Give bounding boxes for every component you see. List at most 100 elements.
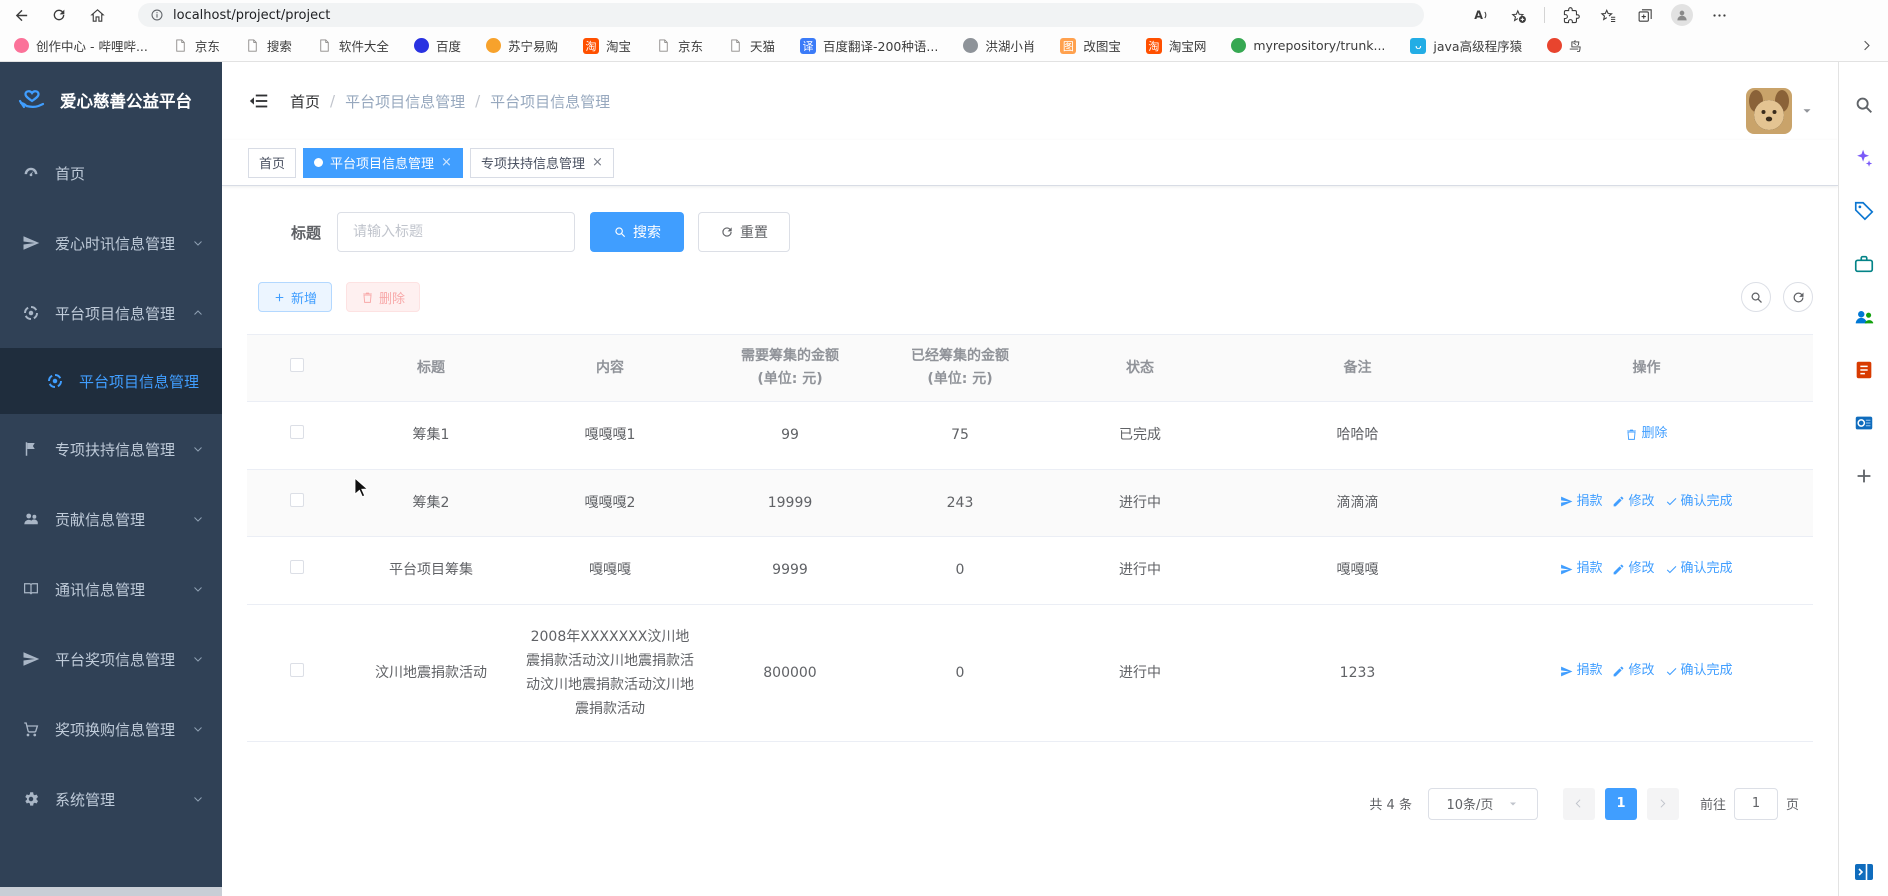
bookmark-item[interactable]: 软件大全 [317,36,389,55]
bookmark-label: 百度翻译-200种语... [823,39,939,54]
cart-icon [22,720,42,738]
tab-首页[interactable]: 首页 [248,147,297,178]
sidebar-item[interactable]: 平台奖项信息管理 [0,624,222,694]
table-refresh-button[interactable] [1783,282,1813,312]
confirm-complete-link[interactable]: 确认完成 [1665,659,1733,683]
user-menu[interactable] [1746,88,1814,134]
bookmark-label: 天猫 [750,39,776,54]
sidebar-item[interactable]: 爱心时讯信息管理 [0,208,222,278]
sidebar-item[interactable]: 系统管理 [0,764,222,834]
people-icon[interactable] [1853,306,1875,328]
site-info-icon[interactable] [150,8,164,22]
add-favorite-icon[interactable] [1507,4,1529,26]
sidebar-subitem[interactable]: 平台项目信息管理 [0,348,222,414]
row-checkbox[interactable] [290,492,304,507]
bookmark-item[interactable]: 洪湖小肖 [963,36,1035,55]
sidebar-item-label: 首页 [55,164,86,183]
close-tab-icon[interactable]: × [592,156,603,169]
back-button[interactable] [8,2,34,28]
tab-平台项目信息管理[interactable]: 平台项目信息管理 × [303,147,463,178]
confirm-complete-link[interactable]: 确认完成 [1665,557,1733,581]
sidebar-item[interactable]: 贡献信息管理 [0,484,222,554]
page-1-button[interactable]: 1 [1604,787,1637,820]
bookmark-item[interactable]: 天猫 [728,36,775,55]
breadcrumb-item[interactable]: 平台项目信息管理 [345,91,465,112]
reader-icon[interactable] [1853,359,1875,381]
donate-link[interactable]: 捐款 [1560,557,1602,581]
search-input[interactable] [337,212,576,252]
confirm-complete-link[interactable]: 确认完成 [1665,490,1733,514]
profile-avatar[interactable] [1671,4,1693,26]
add-icon[interactable] [1853,465,1875,487]
edit-link[interactable]: 修改 [1612,490,1655,514]
address-bar[interactable]: localhost/project/project [138,3,1424,27]
home-button[interactable] [84,2,110,28]
breadcrumb-item[interactable]: 首页 [290,91,320,112]
add-button[interactable]: 新增 [258,282,333,312]
bookmark-item[interactable]: 淘淘宝网 [1145,36,1206,55]
next-page-button[interactable] [1646,787,1679,820]
bookmark-item[interactable]: 百度 [413,36,461,55]
sidebar-item[interactable]: 首页 [0,138,222,208]
reset-button[interactable]: 重置 [698,212,791,252]
sidebar-item[interactable]: 专项扶持信息管理 [0,414,222,484]
search-icon[interactable] [1853,94,1875,116]
delete-button[interactable]: 删除 [346,282,421,312]
collapse-menu-icon[interactable] [248,90,270,112]
sidebar-item[interactable]: 通讯信息管理 [0,554,222,624]
user-avatar[interactable] [1746,88,1792,134]
table-toolbar: 新增 删除 [247,282,1813,312]
bookmark-item[interactable]: 译百度翻译-200种语... [800,36,938,55]
chevron-down-icon [192,513,204,525]
favorites-icon[interactable] [1597,4,1619,26]
goto-page-input[interactable] [1733,787,1778,820]
row-checkbox[interactable] [290,425,304,440]
bookmark-item[interactable]: 鸟 [1547,36,1582,55]
sidebar-item[interactable]: 奖项换购信息管理 [0,694,222,764]
copilot-icon[interactable] [1853,147,1875,169]
sidebar-scrollbar[interactable] [0,887,222,896]
page-size-select[interactable]: 10条/页 [1427,787,1538,820]
row-checkbox[interactable] [290,662,304,677]
bookmark-item[interactable]: 淘淘宝 [582,36,631,55]
bookmark-item[interactable]: ᴗ java高级程序猿 [1410,36,1522,55]
bookmark-item[interactable]: 京东 [656,36,703,55]
bookmarks-overflow-chevron[interactable] [1859,38,1874,53]
tools-icon[interactable] [1853,253,1875,275]
sidebar-item-label: 爱心时讯信息管理 [55,234,176,253]
flag-icon [22,440,42,458]
user-menu-caret-icon[interactable] [1800,104,1814,118]
shopping-icon[interactable] [1853,200,1875,222]
sidebar-item[interactable]: 平台项目信息管理 [0,278,222,348]
bookmark-item[interactable]: 京东 [173,36,220,55]
bookmark-item[interactable]: 图改图宝 [1060,36,1121,55]
more-menu-icon[interactable] [1708,4,1730,26]
row-checkbox[interactable] [290,357,304,372]
donate-link[interactable]: 捐款 [1560,490,1602,514]
bird-icon [1547,38,1563,53]
cell-need-amount: 19999 [705,469,875,537]
prev-page-button[interactable] [1562,787,1595,820]
row-checkbox[interactable] [290,560,304,575]
extensions-icon[interactable] [1560,4,1582,26]
bookmark-item[interactable]: 苏宁易购 [485,36,558,55]
page-size-value: 10条/页 [1446,798,1494,813]
table-search-toggle-button[interactable] [1741,282,1771,312]
outlook-icon[interactable] [1853,412,1875,434]
edit-link[interactable]: 修改 [1612,659,1655,683]
bookmark-item[interactable]: 创作中心 - 哔哩哔... [14,36,148,55]
edit-link[interactable]: 修改 [1612,557,1655,581]
dashboard-icon [22,164,42,182]
tab-专项扶持信息管理[interactable]: 专项扶持信息管理 × [469,147,614,178]
close-tab-icon[interactable]: × [441,156,452,169]
collections-icon[interactable] [1634,4,1656,26]
search-button[interactable]: 搜索 [590,212,685,252]
repository-icon [1231,38,1247,53]
refresh-button[interactable] [46,2,72,28]
bookmark-item[interactable]: 搜索 [245,36,292,55]
donate-link[interactable]: 捐款 [1560,659,1602,683]
open-sidebar-icon[interactable] [1852,860,1876,884]
delete-link[interactable]: 删除 [1625,422,1668,446]
read-aloud-icon[interactable]: A [1470,4,1492,26]
bookmark-item[interactable]: myrepository/trunk... [1231,38,1385,53]
